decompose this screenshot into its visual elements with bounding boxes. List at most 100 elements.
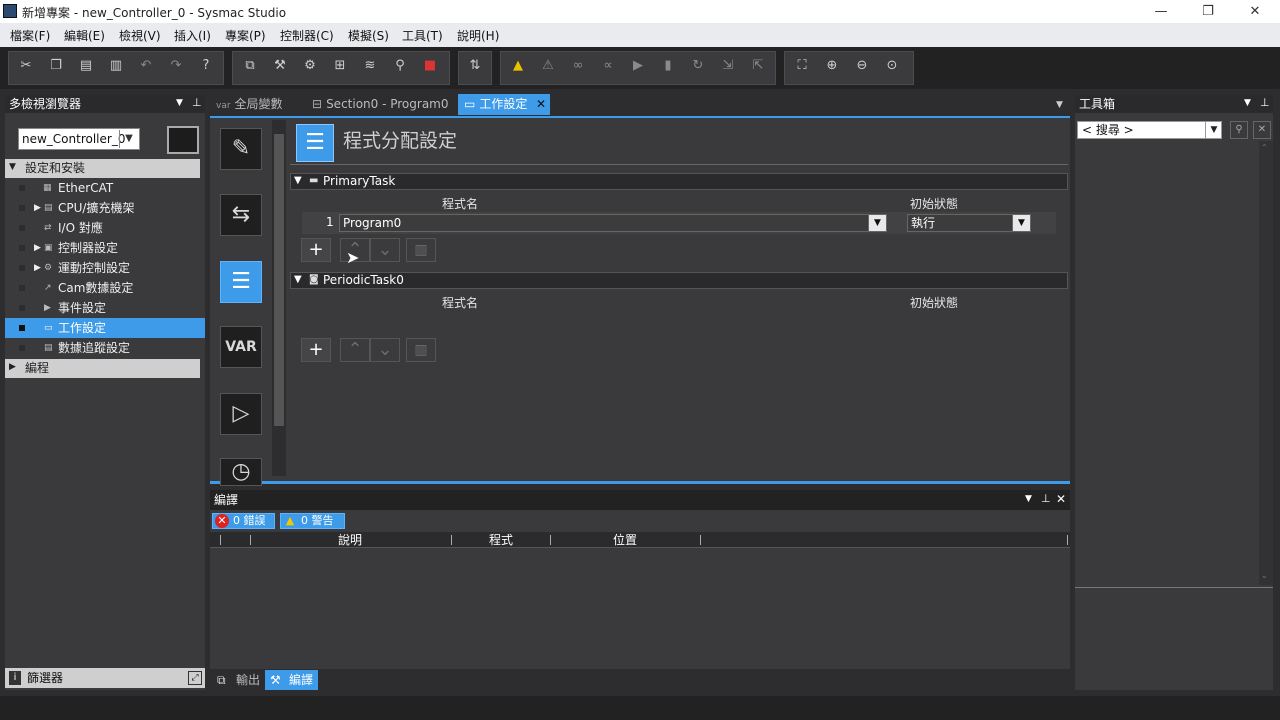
zoom-out-icon[interactable]: ⊖ (852, 56, 872, 76)
add-program-button[interactable]: + (301, 338, 331, 362)
menu-file[interactable]: 檔案(F) (10, 27, 50, 44)
tab-global-variables[interactable]: var 全局變數 (210, 94, 302, 115)
collapse-icon[interactable]: ▼ (294, 175, 302, 186)
expand-right-icon[interactable]: ▶ (9, 362, 16, 372)
menu-simulation[interactable]: 模擬(S) (348, 27, 389, 44)
expand-right-icon[interactable]: ▶ (34, 238, 41, 258)
menu-edit[interactable]: 編輯(E) (64, 27, 105, 44)
close-tab-icon[interactable]: ✕ (536, 94, 546, 115)
tab-task-setup[interactable]: ▭ 工作設定 ✕ (458, 94, 550, 115)
zoom-in-icon[interactable]: ⊕ (822, 56, 842, 76)
synchronize-icon[interactable]: ⇅ (465, 56, 485, 76)
reset-simulation-icon[interactable]: ↻ (688, 56, 708, 76)
chevron-down-icon[interactable]: ▼ (119, 130, 138, 148)
delete-program-button[interactable]: ▥ (406, 238, 436, 262)
column-program[interactable]: 程式 (489, 532, 513, 548)
cut-icon[interactable]: ✂ (16, 56, 36, 76)
errors-filter[interactable]: ✕ 0 錯誤 (212, 513, 275, 529)
paste-icon[interactable]: ▤ (76, 56, 96, 76)
minimize-button[interactable]: — (1138, 1, 1184, 22)
run-simulation-icon[interactable]: ▶ (628, 56, 648, 76)
delete-icon[interactable]: ▥ (106, 56, 126, 76)
tree-item-controller-setup[interactable]: ▶ ▣ 控制器設定 (5, 238, 205, 258)
cross-reference-icon[interactable]: ⧉ (240, 56, 260, 76)
column-location[interactable]: 位置 (613, 532, 637, 548)
build-icon[interactable]: ⚒ (270, 56, 290, 76)
monitor-stop-icon[interactable]: ∝ (598, 56, 618, 76)
pin-icon[interactable]: ⊥ (1041, 492, 1051, 505)
column-description[interactable]: 說明 (338, 532, 362, 548)
timer-icon[interactable]: ◷ (220, 458, 262, 486)
pin-icon[interactable]: ⊥ (1260, 96, 1270, 109)
expand-right-icon[interactable]: ▶ (44, 298, 51, 318)
menu-controller[interactable]: 控制器(C) (280, 27, 334, 44)
add-program-button[interactable]: + (301, 238, 331, 262)
warning-off-icon[interactable]: ⚠ (538, 56, 558, 76)
zoom-reset-icon[interactable]: ⊙ (882, 56, 902, 76)
move-up-button[interactable]: ⌃ (340, 338, 370, 362)
io-control-task-icon[interactable]: ⇆ (220, 194, 262, 236)
pin-icon[interactable]: ⊥ (192, 96, 202, 109)
edit-pencil-icon[interactable]: ✎ (220, 128, 262, 170)
tree-item-cpu-rack[interactable]: ▶ ▤ CPU/擴充機架 (5, 198, 205, 218)
close-window-button[interactable]: ✕ (1232, 1, 1278, 22)
scroll-down-icon[interactable]: ⌄ (1261, 571, 1268, 580)
panel-dropdown-icon[interactable]: ▼ (1025, 494, 1032, 504)
stop-icon[interactable]: ■ (420, 56, 440, 76)
task-header-primary[interactable]: PrimaryTask (290, 173, 1068, 190)
menu-view[interactable]: 檢視(V) (119, 27, 161, 44)
tab-compile[interactable]: ⚒ 編譯 (265, 670, 318, 690)
warnings-filter[interactable]: ▲ 0 警告 (280, 513, 345, 529)
tree-item-event-setup[interactable]: ▶ 事件設定 (5, 298, 205, 318)
chevron-down-icon[interactable]: ▼ (1012, 215, 1030, 231)
close-icon[interactable]: ✕ (1056, 492, 1066, 506)
panel-dropdown-icon[interactable]: ▼ (1244, 98, 1251, 108)
compile-icon[interactable]: ⊞ (330, 56, 350, 76)
panel-dropdown-icon[interactable]: ▼ (176, 98, 183, 108)
step-in-icon[interactable]: ⇲ (718, 56, 738, 76)
warning-icon[interactable]: ▲ (508, 56, 528, 76)
filter-expand-icon[interactable]: ⤢ (188, 671, 202, 685)
expand-right-icon[interactable]: ▶ (34, 258, 41, 278)
toolbox-scrollbar[interactable]: ⌃ ⌄ (1259, 141, 1273, 585)
task-program-row[interactable]: 1 Program0 ▼ 執行 ▼ (302, 212, 1056, 234)
restore-button[interactable]: ❐ (1185, 1, 1231, 22)
tab-output[interactable]: ⧉ 輸出 (212, 670, 264, 690)
tree-item-ethercat[interactable]: ▦ EtherCAT (5, 178, 205, 198)
rebuild-icon[interactable]: ⚙ (300, 56, 320, 76)
toolbox-search-input[interactable]: < 搜尋 > (1077, 121, 1222, 139)
scrollbar-thumb[interactable] (274, 134, 284, 426)
task-header-periodic[interactable]: PeriodicTask0 (290, 272, 1068, 289)
step-out-icon[interactable]: ⇱ (748, 56, 768, 76)
tab-section0-program0[interactable]: ⊟ Section0 - Program0 (306, 94, 456, 115)
run-monitor-icon[interactable]: ▷ (220, 393, 262, 435)
tree-item-io-map[interactable]: ⇄ I/O 對應 (5, 218, 205, 238)
monitor-icon[interactable]: ∞ (568, 56, 588, 76)
program-name-select[interactable]: Program0 ▼ (339, 214, 887, 232)
expand-right-icon[interactable]: ▶ (34, 198, 41, 218)
move-down-button[interactable]: ⌄ (370, 238, 400, 262)
tree-item-data-trace[interactable]: ▤ 數據追蹤設定 (5, 338, 205, 358)
tree-item-motion-control[interactable]: ▶ ⚙ 運動控制設定 (5, 258, 205, 278)
tree-item-task-setup[interactable]: ▭ 工作設定 (5, 318, 205, 338)
move-down-button[interactable]: ⌄ (370, 338, 400, 362)
help-icon[interactable]: ? (196, 56, 216, 76)
variable-access-icon[interactable]: VAR (220, 326, 262, 368)
initial-state-select[interactable]: 執行 ▼ (907, 214, 1031, 232)
collapse-icon[interactable]: ▼ (294, 274, 302, 285)
online-icon[interactable]: ≋ (360, 56, 380, 76)
menu-tools[interactable]: 工具(T) (402, 27, 443, 44)
expand-down-icon[interactable]: ▼ (9, 162, 16, 172)
search-replace-icon[interactable]: ⚲ (390, 56, 410, 76)
section-programming[interactable]: 編程 (5, 359, 200, 378)
menu-help[interactable]: 說明(H) (457, 27, 499, 44)
menu-insert[interactable]: 插入(I) (174, 27, 211, 44)
chevron-down-icon[interactable]: ▼ (1205, 122, 1222, 138)
program-assignment-icon[interactable]: ☰ (220, 261, 262, 303)
copy-icon[interactable]: ❐ (46, 56, 66, 76)
chevron-down-icon[interactable]: ▼ (868, 215, 886, 231)
tab-list-dropdown-icon[interactable]: ▼ (1056, 100, 1063, 110)
controller-device-icon[interactable] (167, 126, 199, 154)
delete-program-button[interactable]: ▥ (406, 338, 436, 362)
editor-side-scrollbar[interactable] (272, 120, 286, 476)
